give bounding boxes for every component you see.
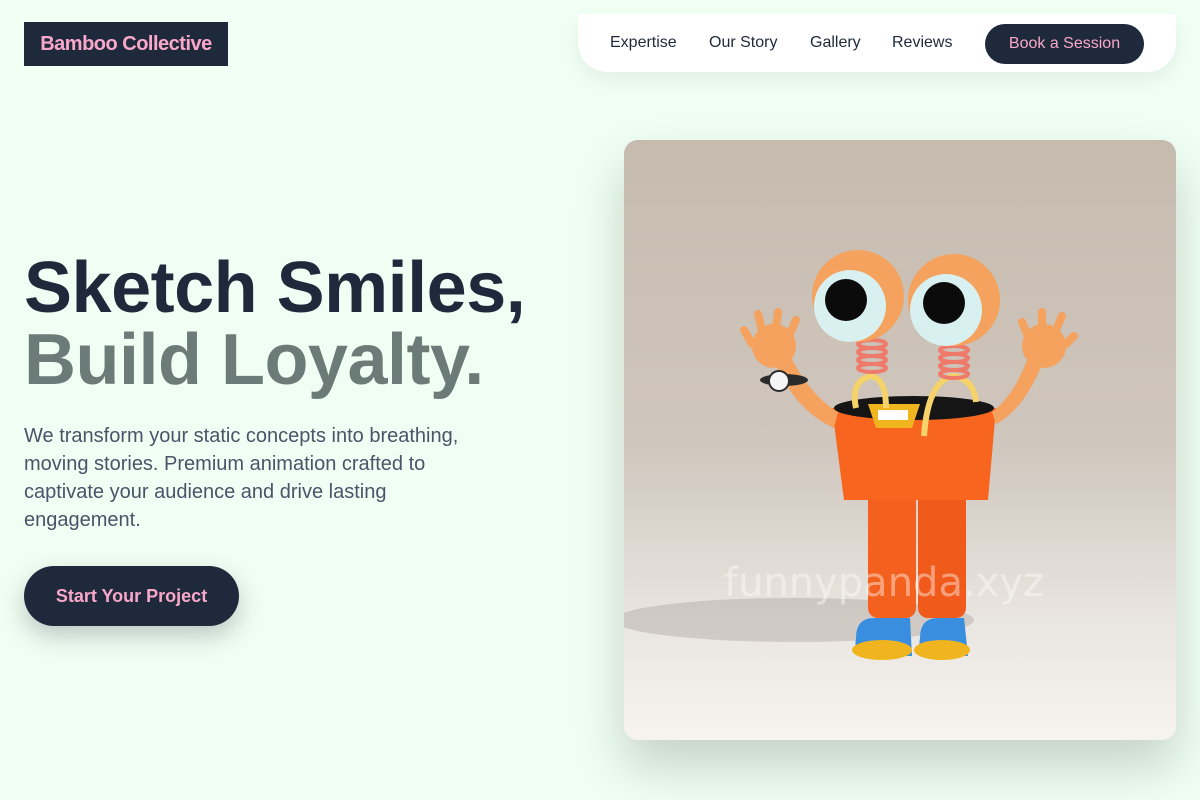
nav-link-our-story[interactable]: Our Story	[709, 34, 777, 52]
image-watermark: funnypanda.xyz	[723, 560, 1045, 606]
hero-title-line-1: Sketch Smiles,	[24, 248, 526, 328]
hero-title-line-2: Build Loyalty.	[24, 320, 484, 400]
right-pupil	[923, 282, 965, 324]
left-spring	[856, 338, 888, 374]
teeth	[878, 410, 908, 420]
right-shoe-sole	[914, 640, 970, 660]
start-project-button[interactable]: Start Your Project	[24, 566, 239, 626]
book-session-button[interactable]: Book a Session	[985, 24, 1144, 64]
left-pupil	[825, 279, 867, 321]
left-shoe-sole	[852, 640, 912, 660]
main-nav: Expertise Our Story Gallery Reviews Book…	[578, 14, 1176, 72]
hero-image: funnypanda.xyz	[624, 140, 1176, 740]
brand-logo[interactable]: Bamboo Collective	[24, 22, 228, 66]
cartoon-character-illustration	[624, 250, 1078, 660]
nav-link-expertise[interactable]: Expertise	[610, 34, 677, 52]
hero-description: We transform your static concepts into b…	[24, 425, 459, 531]
nav-link-gallery[interactable]: Gallery	[810, 34, 861, 52]
nav-link-reviews[interactable]: Reviews	[892, 34, 952, 52]
hero-title: Sketch Smiles, Build Loyalty.	[24, 248, 526, 400]
wristwatch-face	[768, 370, 790, 392]
